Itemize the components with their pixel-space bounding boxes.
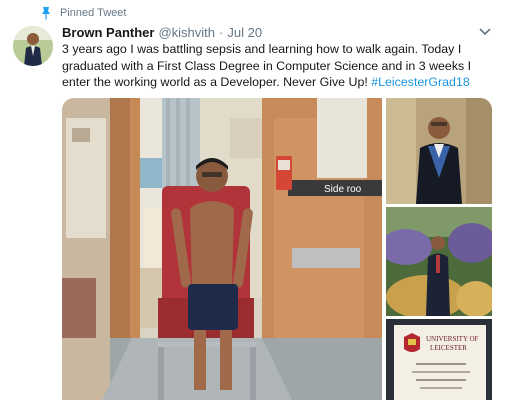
avatar-image: [13, 26, 53, 66]
certificate-city: LEICESTER: [430, 344, 467, 352]
door-sign-text: Side roo: [324, 184, 362, 195]
chevron-down-icon[interactable]: [478, 27, 492, 37]
header-separator: ·: [219, 25, 224, 40]
certificate-university: UNIVERSITY OF: [426, 335, 479, 343]
photo-hospital[interactable]: Side roo: [62, 98, 382, 400]
avatar[interactable]: [13, 26, 53, 66]
pin-icon: [42, 7, 50, 20]
author-name[interactable]: Brown Panther: [62, 25, 154, 40]
photo-graduation-portrait[interactable]: [386, 98, 492, 204]
photo-certificate[interactable]: UNIVERSITY OF LEICESTER: [386, 319, 492, 400]
tweet-header: Brown Panther @kishvith · Jul 20: [62, 25, 262, 40]
tweet[interactable]: Pinned Tweet Brown Panther @kishvith · J…: [0, 0, 511, 400]
photo-garden[interactable]: [386, 207, 492, 316]
pinned-indicator: Pinned Tweet: [40, 6, 126, 20]
pinned-label: Pinned Tweet: [60, 7, 127, 19]
hashtag-link[interactable]: #LeicesterGrad18: [371, 75, 470, 89]
tweet-date[interactable]: Jul 20: [227, 25, 262, 40]
media-grid: Side roo UNIVERSITY OF LEICESTER: [62, 98, 492, 400]
tweet-text: 3 years ago I was battling sepsis and le…: [62, 41, 494, 91]
author-handle[interactable]: @kishvith: [158, 25, 215, 40]
